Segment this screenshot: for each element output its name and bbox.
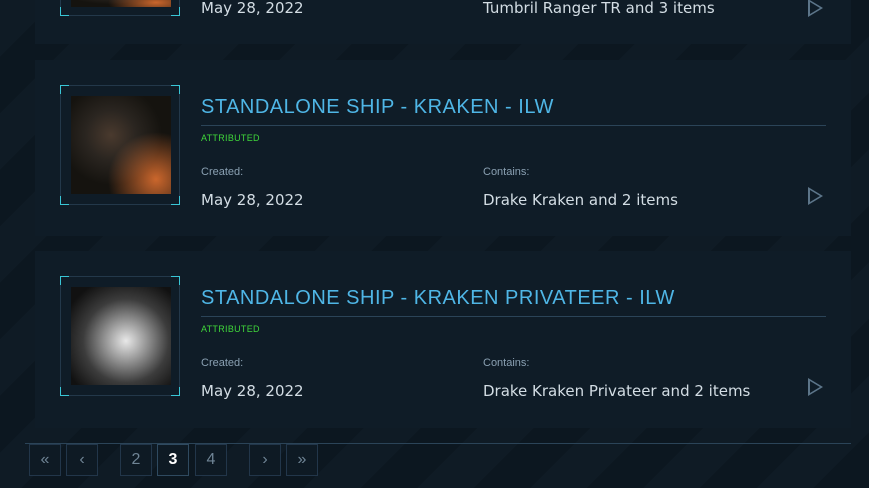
contains-label: Contains:: [483, 357, 530, 369]
pledge-thumbnail[interactable]: [60, 276, 180, 396]
last-page-button[interactable]: »: [286, 444, 318, 476]
contains-value: Tumbril Ranger TR and 3 items: [483, 0, 715, 17]
created-label: Created:: [201, 357, 244, 369]
expand-arrow-icon[interactable]: [808, 378, 823, 396]
pledge-title[interactable]: STANDALONE SHIP - KRAKEN - ILW: [201, 96, 826, 126]
contains-value: Drake Kraken and 2 items: [483, 191, 678, 209]
page-2-button[interactable]: 2: [120, 444, 152, 476]
pledge-card: STANDALONE SHIP - KRAKEN PRIVATEER - ILW…: [35, 251, 851, 428]
pledge-card: May 28, 2022 Tumbril Ranger TR and 3 ite…: [35, 0, 851, 44]
created-date: May 28, 2022: [201, 0, 304, 17]
attributed-badge: ATTRIBUTED: [201, 324, 260, 334]
expand-arrow-icon[interactable]: [808, 0, 823, 17]
ship-image: [71, 96, 171, 194]
next-page-button[interactable]: ›: [249, 444, 281, 476]
prev-page-button[interactable]: ‹: [66, 444, 98, 476]
created-date: May 28, 2022: [201, 382, 304, 400]
pledge-thumbnail[interactable]: [60, 85, 180, 205]
attributed-badge: ATTRIBUTED: [201, 133, 260, 143]
pledge-card: STANDALONE SHIP - KRAKEN - ILW ATTRIBUTE…: [35, 60, 851, 236]
contains-label: Contains:: [483, 166, 530, 178]
ship-image: [71, 287, 171, 385]
first-page-button[interactable]: «: [29, 444, 61, 476]
created-date: May 28, 2022: [201, 191, 304, 209]
ship-image: [71, 0, 171, 7]
created-label: Created:: [201, 166, 244, 178]
pledge-title[interactable]: STANDALONE SHIP - KRAKEN PRIVATEER - ILW: [201, 287, 826, 317]
expand-arrow-icon[interactable]: [808, 187, 823, 205]
pledge-thumbnail[interactable]: [60, 0, 180, 16]
page-4-button[interactable]: 4: [195, 444, 227, 476]
page-3-button[interactable]: 3: [157, 444, 189, 476]
contains-value: Drake Kraken Privateer and 2 items: [483, 382, 751, 400]
